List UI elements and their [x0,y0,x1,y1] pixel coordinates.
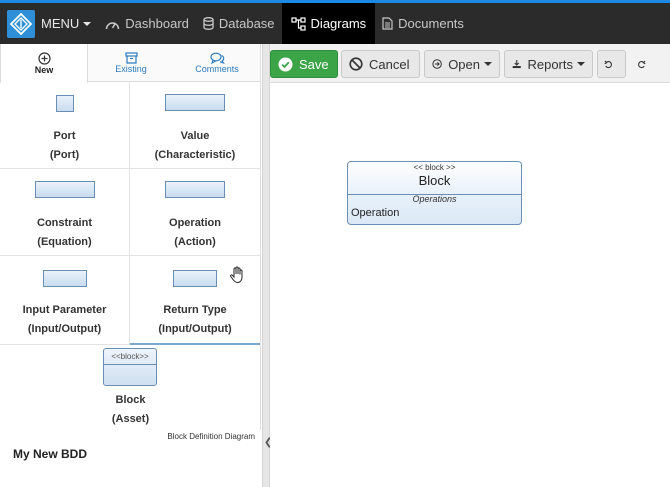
download-icon [512,59,521,69]
palette-item-subtitle: (Input/Output) [27,323,102,335]
nav-database[interactable]: Database [196,3,282,44]
tab-comments[interactable]: Comments [174,44,260,81]
block-shape: <<block>> [103,348,157,386]
cancel-label: Cancel [369,56,410,72]
operation-shape [165,181,225,198]
tab-comments-label: Comments [195,63,239,74]
block-operations-header: Operations [412,194,457,204]
palette-item-subtitle: (Input/Output) [158,323,232,335]
plus-circle-icon [37,52,51,65]
palette-item-title: Input Parameter [22,304,107,316]
open-label: Open [448,56,480,72]
block-stereotype: <<block>> [104,349,156,365]
tab-new-label: New [34,65,54,75]
palette-item-title: Value [180,130,210,142]
block-stereotype: << block >> [413,163,456,172]
document-icon [382,17,393,30]
nav-documents-label: Documents [398,16,464,31]
diagram-icon [290,16,306,31]
port-shape [55,95,74,112]
redo-icon [638,60,646,68]
palette-item-operation[interactable]: Operation (Action) [130,169,260,256]
palette-item-title: Block [115,394,146,406]
chevron-down-icon [83,21,92,26]
tab-existing[interactable]: Existing [88,44,174,81]
archive-icon [124,51,138,64]
palette-item-constraint[interactable]: Constraint (Equation) [0,169,130,256]
palette-item-title: Operation [169,217,221,229]
cancel-button[interactable]: Cancel [341,50,420,78]
diagram-toolbar: Save Cancel Open Reports [270,44,670,83]
palette-tabs: New Existing Comments [0,44,260,83]
palette-item-subtitle: (Action) [174,236,216,248]
menu-label: MENU [41,16,80,31]
palette-item-subtitle: (Asset) [111,413,150,425]
nav-dashboard-label: Dashboard [125,16,189,31]
canvas-block-node[interactable]: << block >> Block Operations Operation [347,161,522,225]
nav-documents[interactable]: Documents [375,3,471,44]
palette-item-port[interactable]: Port (Port) [0,82,130,169]
dashboard-icon [106,21,120,29]
palette-item-title: Return Type [163,304,227,316]
arrow-circle-right-icon [432,59,442,69]
nav-diagrams[interactable]: Diagrams [281,3,376,44]
nav-diagrams-label: Diagrams [310,16,367,31]
palette-item-block[interactable]: <<block>> Block (Asset) [0,345,261,432]
reports-label: Reports [527,56,573,72]
block-name[interactable]: Block [348,173,521,188]
palette-item-title: Port [53,130,76,142]
palette-item-input-parameter[interactable]: Input Parameter (Input/Output) [0,256,130,345]
top-navbar: MENU Dashboard Database Diagrams Documen… [0,3,670,44]
palette-panel: New Existing Comments Port (Port) Value … [0,44,261,487]
diagram-type-label: Block Definition Diagram [167,432,255,441]
comments-icon [209,52,225,64]
menu-dropdown[interactable]: MENU [35,3,98,44]
input-parameter-shape [42,270,87,287]
return-type-shape [173,270,217,287]
panel-splitter[interactable]: ❮ [262,44,272,487]
palette-item-subtitle: (Characteristic) [154,149,236,161]
tab-new[interactable]: New [0,44,88,83]
palette-item-subtitle: (Equation) [37,236,92,248]
app-logo[interactable] [7,9,35,38]
undo-icon [604,60,612,68]
palette-item-subtitle: (Port) [49,149,80,161]
diagram-canvas[interactable]: << block >> Block Operations Operation [270,83,670,487]
diagram-info-footer: Block Definition Diagram My New BDD [0,430,261,487]
check-circle-icon [278,57,293,71]
ban-icon [349,57,363,71]
tab-existing-label: Existing [115,63,147,74]
chevron-down-icon [484,62,492,66]
block-header: << block >> Block [348,162,521,195]
hand-cursor-icon [230,266,243,284]
diagram-name[interactable]: My New BDD [13,447,87,461]
save-label: Save [299,56,329,72]
reports-dropdown-button[interactable]: Reports [504,50,593,78]
undo-button[interactable] [597,50,626,78]
palette-item-value[interactable]: Value (Characteristic) [130,82,260,169]
database-icon [203,17,214,30]
save-button[interactable]: Save [270,50,338,78]
palette-item-title: Constraint [37,217,92,229]
chevron-down-icon [577,62,585,66]
open-dropdown-button[interactable]: Open [424,50,500,78]
redo-button[interactable] [630,50,659,78]
constraint-shape [34,181,95,198]
block-operation-item[interactable]: Operation [348,207,521,219]
nav-dashboard[interactable]: Dashboard [98,3,196,44]
nav-database-label: Database [218,16,275,31]
value-shape [165,94,225,111]
